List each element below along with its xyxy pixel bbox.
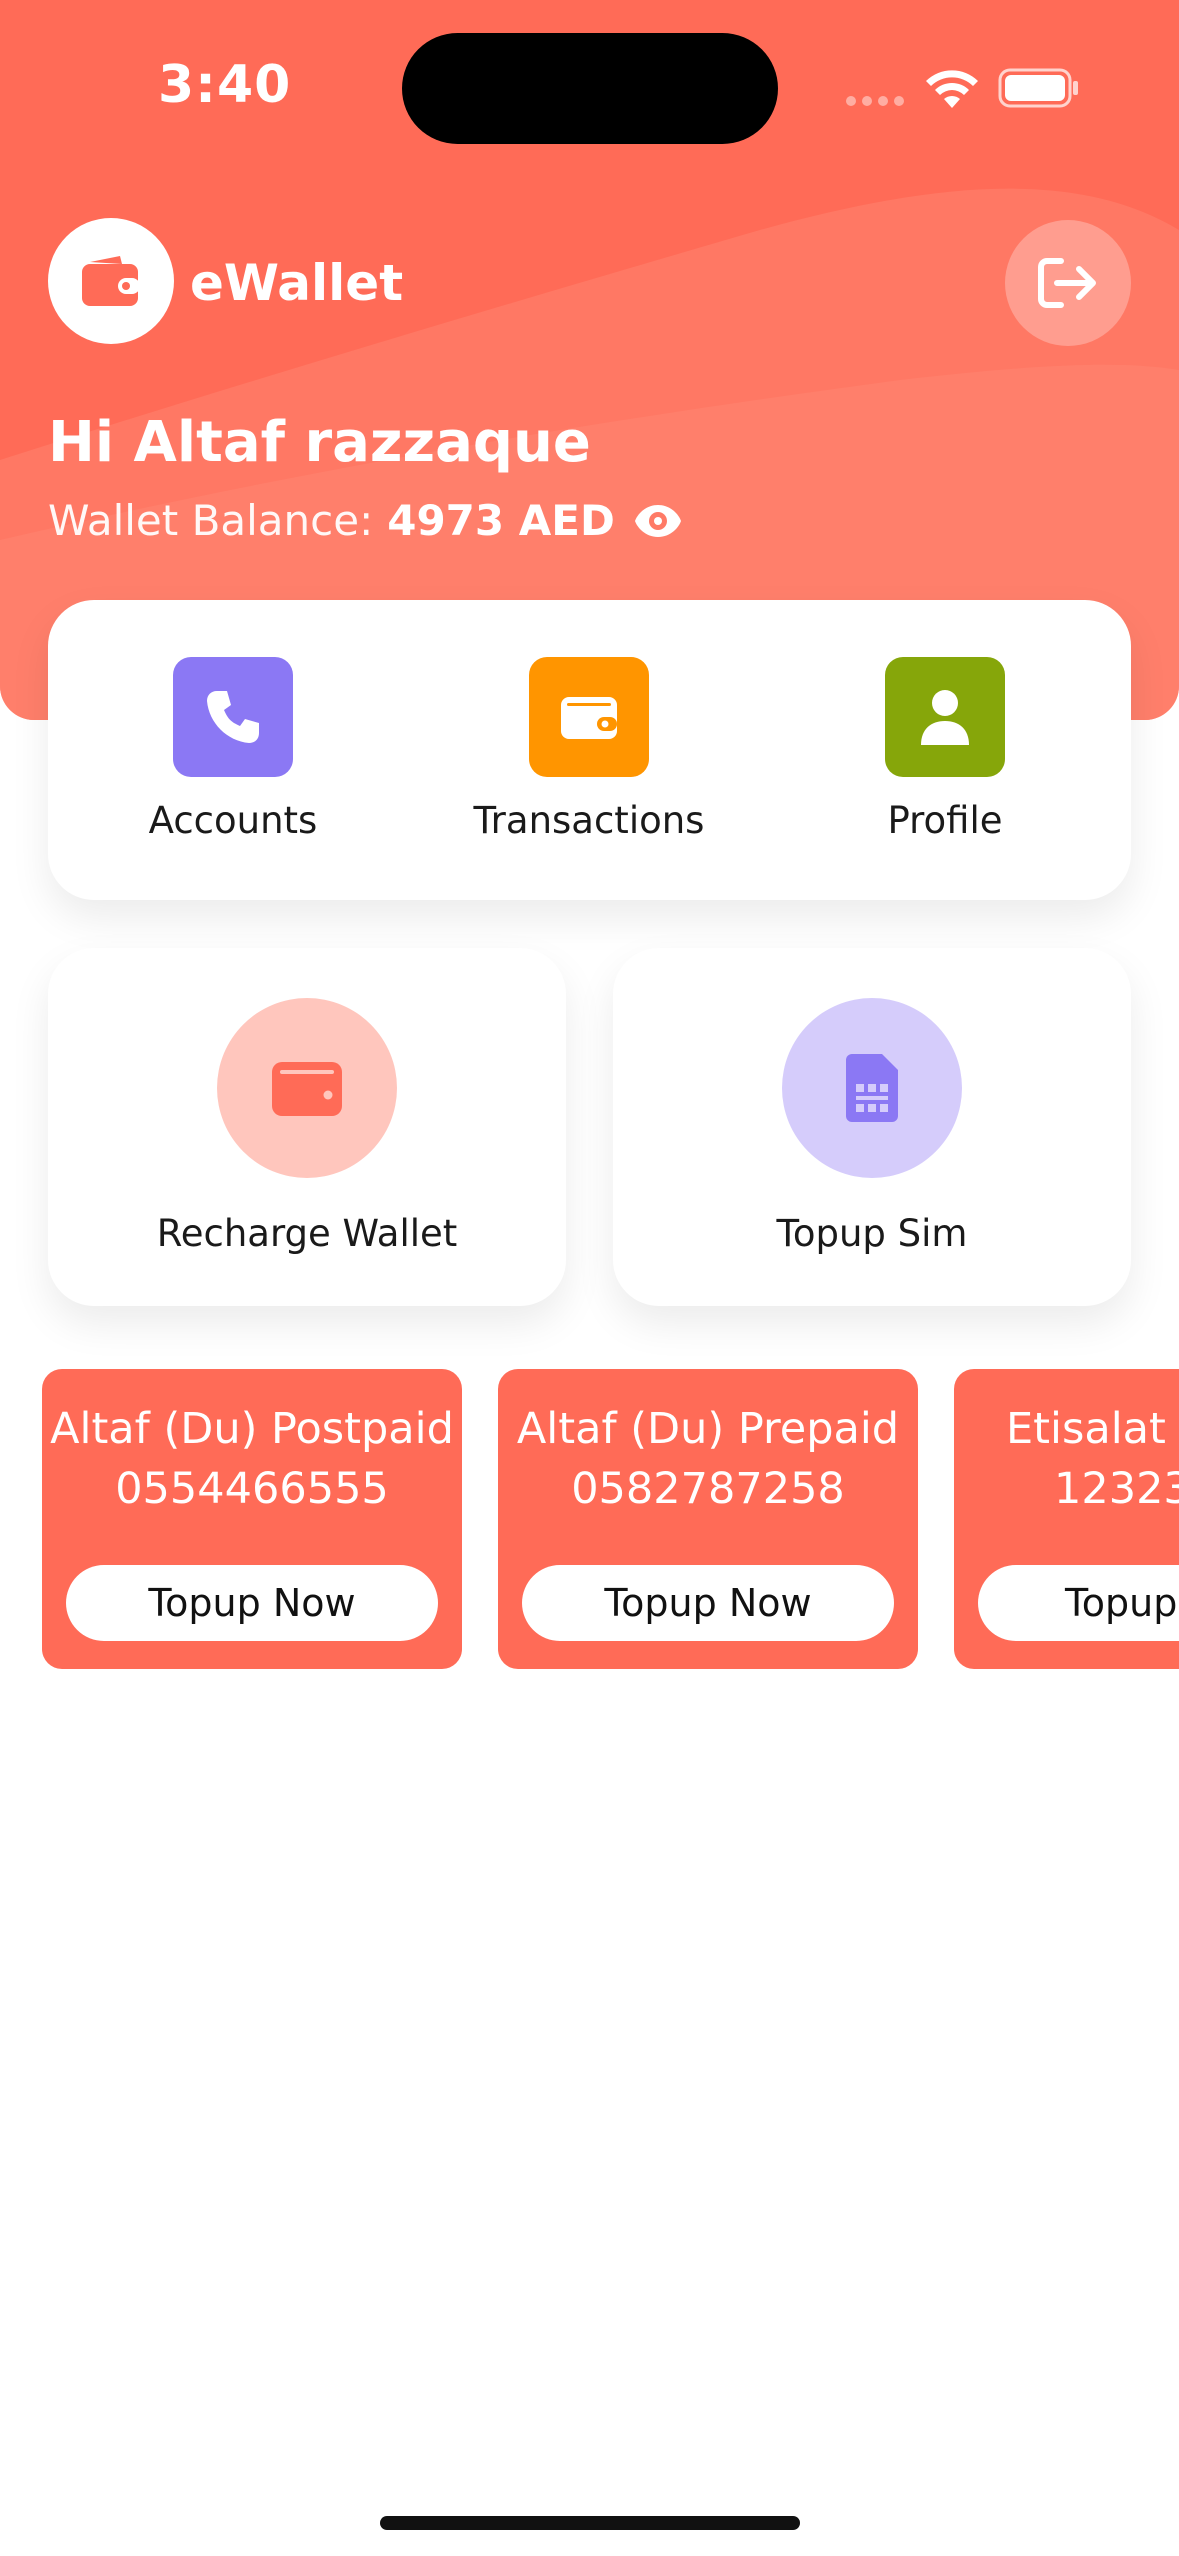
quick-actions-card: Accounts Transactions Profile: [48, 600, 1131, 900]
wifi-icon: [926, 70, 978, 108]
accounts-label: Accounts: [148, 799, 318, 842]
balance-value: 4973 AED: [387, 496, 615, 545]
sim-card-item[interactable]: Altaf (Du) Prepaid 0582787258 Topup Now: [498, 1369, 918, 1669]
recharge-wallet-label: Recharge Wallet: [156, 1212, 458, 1255]
dynamic-island: [402, 33, 778, 144]
app-name: eWallet: [190, 254, 404, 312]
accounts-action[interactable]: Accounts: [113, 657, 353, 842]
status-bar: 3:40: [0, 0, 1179, 170]
home-indicator[interactable]: [380, 2516, 800, 2530]
sim-card-title: Altaf (Du) Prepaid: [516, 1404, 900, 1454]
topup-sim-card[interactable]: Topup Sim: [613, 948, 1131, 1306]
sim-card-title: Etisalat P: [1006, 1404, 1179, 1454]
wallet-icon: [561, 697, 617, 739]
sim-card-item[interactable]: Etisalat P 123232 Topup: [954, 1369, 1179, 1669]
sim-card-item[interactable]: Altaf (Du) Postpaid 0554466555 Topup Now: [42, 1369, 462, 1669]
topup-now-button[interactable]: Topup Now: [66, 1565, 438, 1641]
logout-icon: [1038, 258, 1096, 308]
greeting-text: Hi Altaf razzaque: [48, 410, 591, 475]
profile-action[interactable]: Profile: [825, 657, 1065, 842]
recharge-wallet-card[interactable]: Recharge Wallet: [48, 948, 566, 1306]
topup-now-button[interactable]: Topup Now: [522, 1565, 894, 1641]
sim-card-title: Altaf (Du) Postpaid: [50, 1404, 454, 1454]
transactions-action[interactable]: Transactions: [469, 657, 709, 842]
sim-card-icon: [846, 1054, 898, 1122]
balance-label: Wallet Balance:: [48, 496, 374, 545]
phone-icon: [207, 691, 259, 743]
wallet-icon: [272, 1062, 342, 1116]
status-time: 3:40: [158, 55, 292, 115]
sim-card-number: 0554466555: [115, 1464, 389, 1514]
sim-card-number: 0582787258: [571, 1464, 845, 1514]
recharge-wallet-icon-circle: [217, 998, 397, 1178]
topup-now-button[interactable]: Topup: [978, 1565, 1179, 1641]
battery-icon: [998, 68, 1078, 108]
topup-sim-icon-circle: [782, 998, 962, 1178]
topup-sim-label: Topup Sim: [776, 1212, 968, 1255]
transactions-label: Transactions: [473, 799, 705, 842]
app-logo: [48, 218, 174, 344]
eye-icon[interactable]: [633, 502, 683, 540]
logout-button[interactable]: [1005, 220, 1131, 346]
profile-icon-tile: [885, 657, 1005, 777]
transactions-icon-tile: [529, 657, 649, 777]
profile-label: Profile: [887, 799, 1003, 842]
sim-card-number: 123232: [1054, 1464, 1179, 1514]
wallet-balance: Wallet Balance: 4973 AED: [48, 496, 683, 545]
wallet-icon: [82, 256, 140, 306]
accounts-icon-tile: [173, 657, 293, 777]
cellular-signal-icon: [846, 96, 904, 106]
person-icon: [921, 690, 969, 745]
